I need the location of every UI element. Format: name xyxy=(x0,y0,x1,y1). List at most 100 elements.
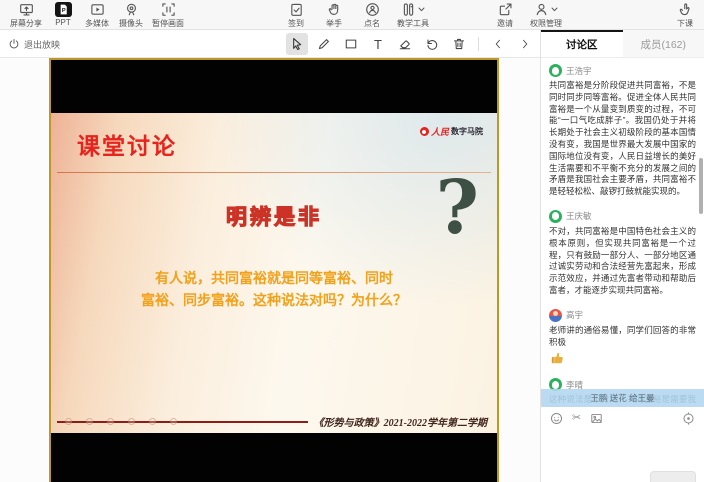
toolbar-label: 教学工具 xyxy=(397,18,429,29)
toolbar-label: 摄像头 xyxy=(119,18,143,29)
tab-members[interactable]: 成员(162) xyxy=(623,30,704,57)
message-text: 共同富裕是分阶段促进共同富裕，不是同时同步同等富裕。促进全体人民共同富裕是一个从… xyxy=(549,80,696,198)
screen-share-icon xyxy=(19,2,34,17)
sidebar: 讨论区 成员(162) 王浩宇 共同富裕是分阶段促进共同富裕，不是同时同步同等富… xyxy=(540,30,704,482)
tab-discussion[interactable]: 讨论区 xyxy=(541,30,623,57)
chevron-down-icon xyxy=(551,7,558,12)
toolbar-label: 暂停画面 xyxy=(152,18,184,29)
pen-tool[interactable] xyxy=(313,33,335,55)
sender-name: 高宇 xyxy=(566,309,583,321)
chevron-right-icon xyxy=(519,38,531,50)
slide-title: 课堂讨论 xyxy=(77,127,177,161)
roll-call-button[interactable]: 点名 xyxy=(359,2,385,29)
prev-page-button[interactable] xyxy=(487,33,509,55)
exit-presentation-button[interactable]: 退出放映 xyxy=(8,30,60,58)
pause-screen-button[interactable]: 暂停画面 xyxy=(152,2,184,29)
scissors-icon[interactable]: ✂ xyxy=(572,413,581,424)
cursor-icon xyxy=(290,37,304,51)
next-page-button[interactable] xyxy=(514,33,536,55)
delete-tool[interactable] xyxy=(448,33,470,55)
teaching-tools-button[interactable]: 教学工具 xyxy=(397,2,429,29)
raise-hand-icon xyxy=(327,2,342,17)
chat-input[interactable] xyxy=(541,429,704,482)
invite-button[interactable]: 邀请 xyxy=(492,2,518,29)
send-button[interactable] xyxy=(650,471,696,482)
sign-in-icon xyxy=(289,2,304,17)
multimedia-icon xyxy=(90,2,105,17)
pause-screen-icon xyxy=(161,2,176,17)
presentation-area: 课堂讨论 人民 数字马院 明辨是非 ? 有人说，共同富裕就是同等富裕、同时 富裕… xyxy=(0,58,540,482)
brand-name: 人民 xyxy=(431,125,449,138)
toolbar-label: 权限管理 xyxy=(530,18,562,29)
toolbar-group-right: 邀请 权限管理 xyxy=(492,2,562,29)
sender-name: 王庆敏 xyxy=(566,210,592,222)
brand-suffix: 数字马院 xyxy=(451,126,483,137)
toolbar-label: PPT xyxy=(55,18,71,27)
camera-button[interactable]: 摄像头 xyxy=(118,2,144,29)
chat-message: 王庆敏 不对，共同富裕是中国特色社会主义的根本原则，但实现共同富裕是一个过程，只… xyxy=(549,210,696,297)
toolbar-label: 多媒体 xyxy=(85,18,109,29)
message-list[interactable]: 王浩宇 共同富裕是分阶段促进共同富裕，不是同时同步同等富裕。促进全体人民共同富裕… xyxy=(541,58,704,407)
ppt-icon: P xyxy=(55,2,72,17)
sender-name: 王浩宇 xyxy=(566,65,592,77)
record-icon[interactable] xyxy=(682,412,695,425)
avatar xyxy=(549,309,562,322)
sidebar-tabs: 讨论区 成员(162) xyxy=(541,30,704,58)
rectangle-icon xyxy=(344,37,358,51)
sign-in-button[interactable]: 签到 xyxy=(283,2,309,29)
pen-icon xyxy=(317,37,331,51)
class-dismiss-icon xyxy=(678,2,693,17)
exit-presentation-icon xyxy=(8,38,20,50)
eraser-tool[interactable] xyxy=(394,33,416,55)
message-text: 老师讲的通俗易懂，同学们回答的非常积极 xyxy=(549,325,696,349)
scrollbar-thumb[interactable] xyxy=(699,158,703,214)
avatar xyxy=(549,210,562,223)
avatar xyxy=(549,64,562,77)
chevron-left-icon xyxy=(492,38,504,50)
text-tool-icon: T xyxy=(374,37,382,52)
chevron-down-icon xyxy=(418,7,425,12)
brand-logo: 人民 数字马院 xyxy=(420,125,483,138)
trash-icon xyxy=(452,37,466,51)
permission-button[interactable]: 权限管理 xyxy=(530,2,562,29)
cursor-tool[interactable] xyxy=(286,33,308,55)
question-mark: ? xyxy=(436,171,479,245)
slide-headline: 明辨是非 xyxy=(51,201,497,231)
draw-toolbar: T xyxy=(286,30,536,58)
undo-tool[interactable] xyxy=(421,33,443,55)
toolbar-label: 邀请 xyxy=(497,18,513,29)
screen-share-button[interactable]: 屏幕分享 xyxy=(10,2,42,29)
teaching-tools-icon xyxy=(401,2,416,17)
roll-call-icon xyxy=(365,2,380,17)
camera-icon xyxy=(124,2,139,17)
rectangle-tool[interactable] xyxy=(340,33,362,55)
toolbar-group-end: 下课 xyxy=(672,2,698,29)
toolbar-divider xyxy=(478,37,479,51)
slide: 课堂讨论 人民 数字马院 明辨是非 ? 有人说，共同富裕就是同等富裕、同时 富裕… xyxy=(51,113,497,433)
thumbs-up-icon xyxy=(549,350,696,366)
multimedia-button[interactable]: 多媒体 xyxy=(84,2,110,29)
presentation-canvas[interactable]: 课堂讨论 人民 数字马院 明辨是非 ? 有人说，共同富裕就是同等富裕、同时 富裕… xyxy=(49,58,499,482)
exit-presentation-label: 退出放映 xyxy=(24,38,60,51)
text-tool[interactable]: T xyxy=(367,33,389,55)
toolbar-label: 举手 xyxy=(326,18,342,29)
message-text: 不对，共同富裕是中国特色社会主义的根本原则，但实现共同富裕是一个过程，只有鼓励一… xyxy=(549,226,696,297)
emoji-icon[interactable] xyxy=(550,412,563,425)
gift-notification: 王鹏 送花 给王曼 xyxy=(541,389,704,407)
ppt-button[interactable]: P PPT xyxy=(50,2,76,27)
slide-question: 有人说，共同富裕就是同等富裕、同时 富裕、同步富裕。这种说法对吗？为什么？ xyxy=(61,268,487,311)
raise-hand-button[interactable]: 举手 xyxy=(321,2,347,29)
toolbar-label: 下课 xyxy=(677,18,693,29)
image-icon[interactable] xyxy=(590,412,603,425)
presenter-bar: 退出放映 T xyxy=(0,30,540,58)
toolbar-label: 屏幕分享 xyxy=(10,18,42,29)
class-dismiss-button[interactable]: 下课 xyxy=(672,2,698,29)
footer-line xyxy=(57,421,308,423)
invite-icon xyxy=(498,2,513,17)
top-toolbar: 屏幕分享 P PPT 多媒体 摄像头 暂停画面 签到 举手 点名 xyxy=(0,0,704,30)
chat-input-toolbar: ✂ xyxy=(541,407,704,429)
gift-notification-text: 王鹏 送花 给王曼 xyxy=(590,392,654,404)
slide-footer: 《形势与政策》2021-2022学年第二学期 xyxy=(57,414,487,429)
permission-icon xyxy=(534,2,549,17)
svg-text:P: P xyxy=(61,8,65,14)
